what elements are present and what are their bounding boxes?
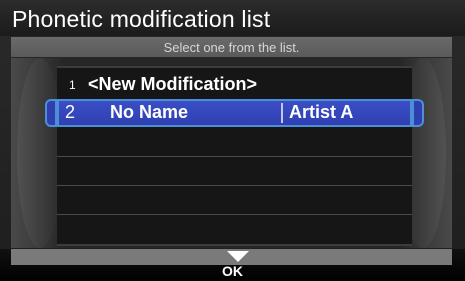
list-item-number: 1 xyxy=(69,78,76,92)
row-divider xyxy=(57,214,412,215)
selection-cap-right xyxy=(412,99,424,127)
ok-button[interactable]: OK xyxy=(0,263,465,279)
column-separator xyxy=(281,103,283,123)
list-item-number: 2 xyxy=(65,102,76,122)
instruction-text: Select one from the list. xyxy=(163,40,300,55)
row-divider xyxy=(57,156,412,157)
row-divider xyxy=(57,185,412,186)
modification-list: 1 <New Modification> 2 No Name Artist A xyxy=(45,66,424,246)
list-item-label: <New Modification> xyxy=(88,74,258,94)
title-bar: Phonetic modification list xyxy=(0,0,465,36)
nav-screen: Phonetic modification list Select one fr… xyxy=(0,0,465,281)
list-item-artist: Artist A xyxy=(289,102,354,122)
list-item-new-modification[interactable]: 1 <New Modification> xyxy=(57,70,412,98)
page-title: Phonetic modification list xyxy=(12,6,271,32)
chevron-down-icon[interactable] xyxy=(227,251,249,262)
instruction-bar: Select one from the list. xyxy=(11,37,452,57)
list-item-name: No Name xyxy=(110,102,189,122)
list-frame: 1 <New Modification> 2 No Name Artist A xyxy=(11,58,452,248)
list-item-no-name[interactable]: 2 No Name Artist A xyxy=(57,99,412,127)
selection-cap-left xyxy=(45,99,57,127)
